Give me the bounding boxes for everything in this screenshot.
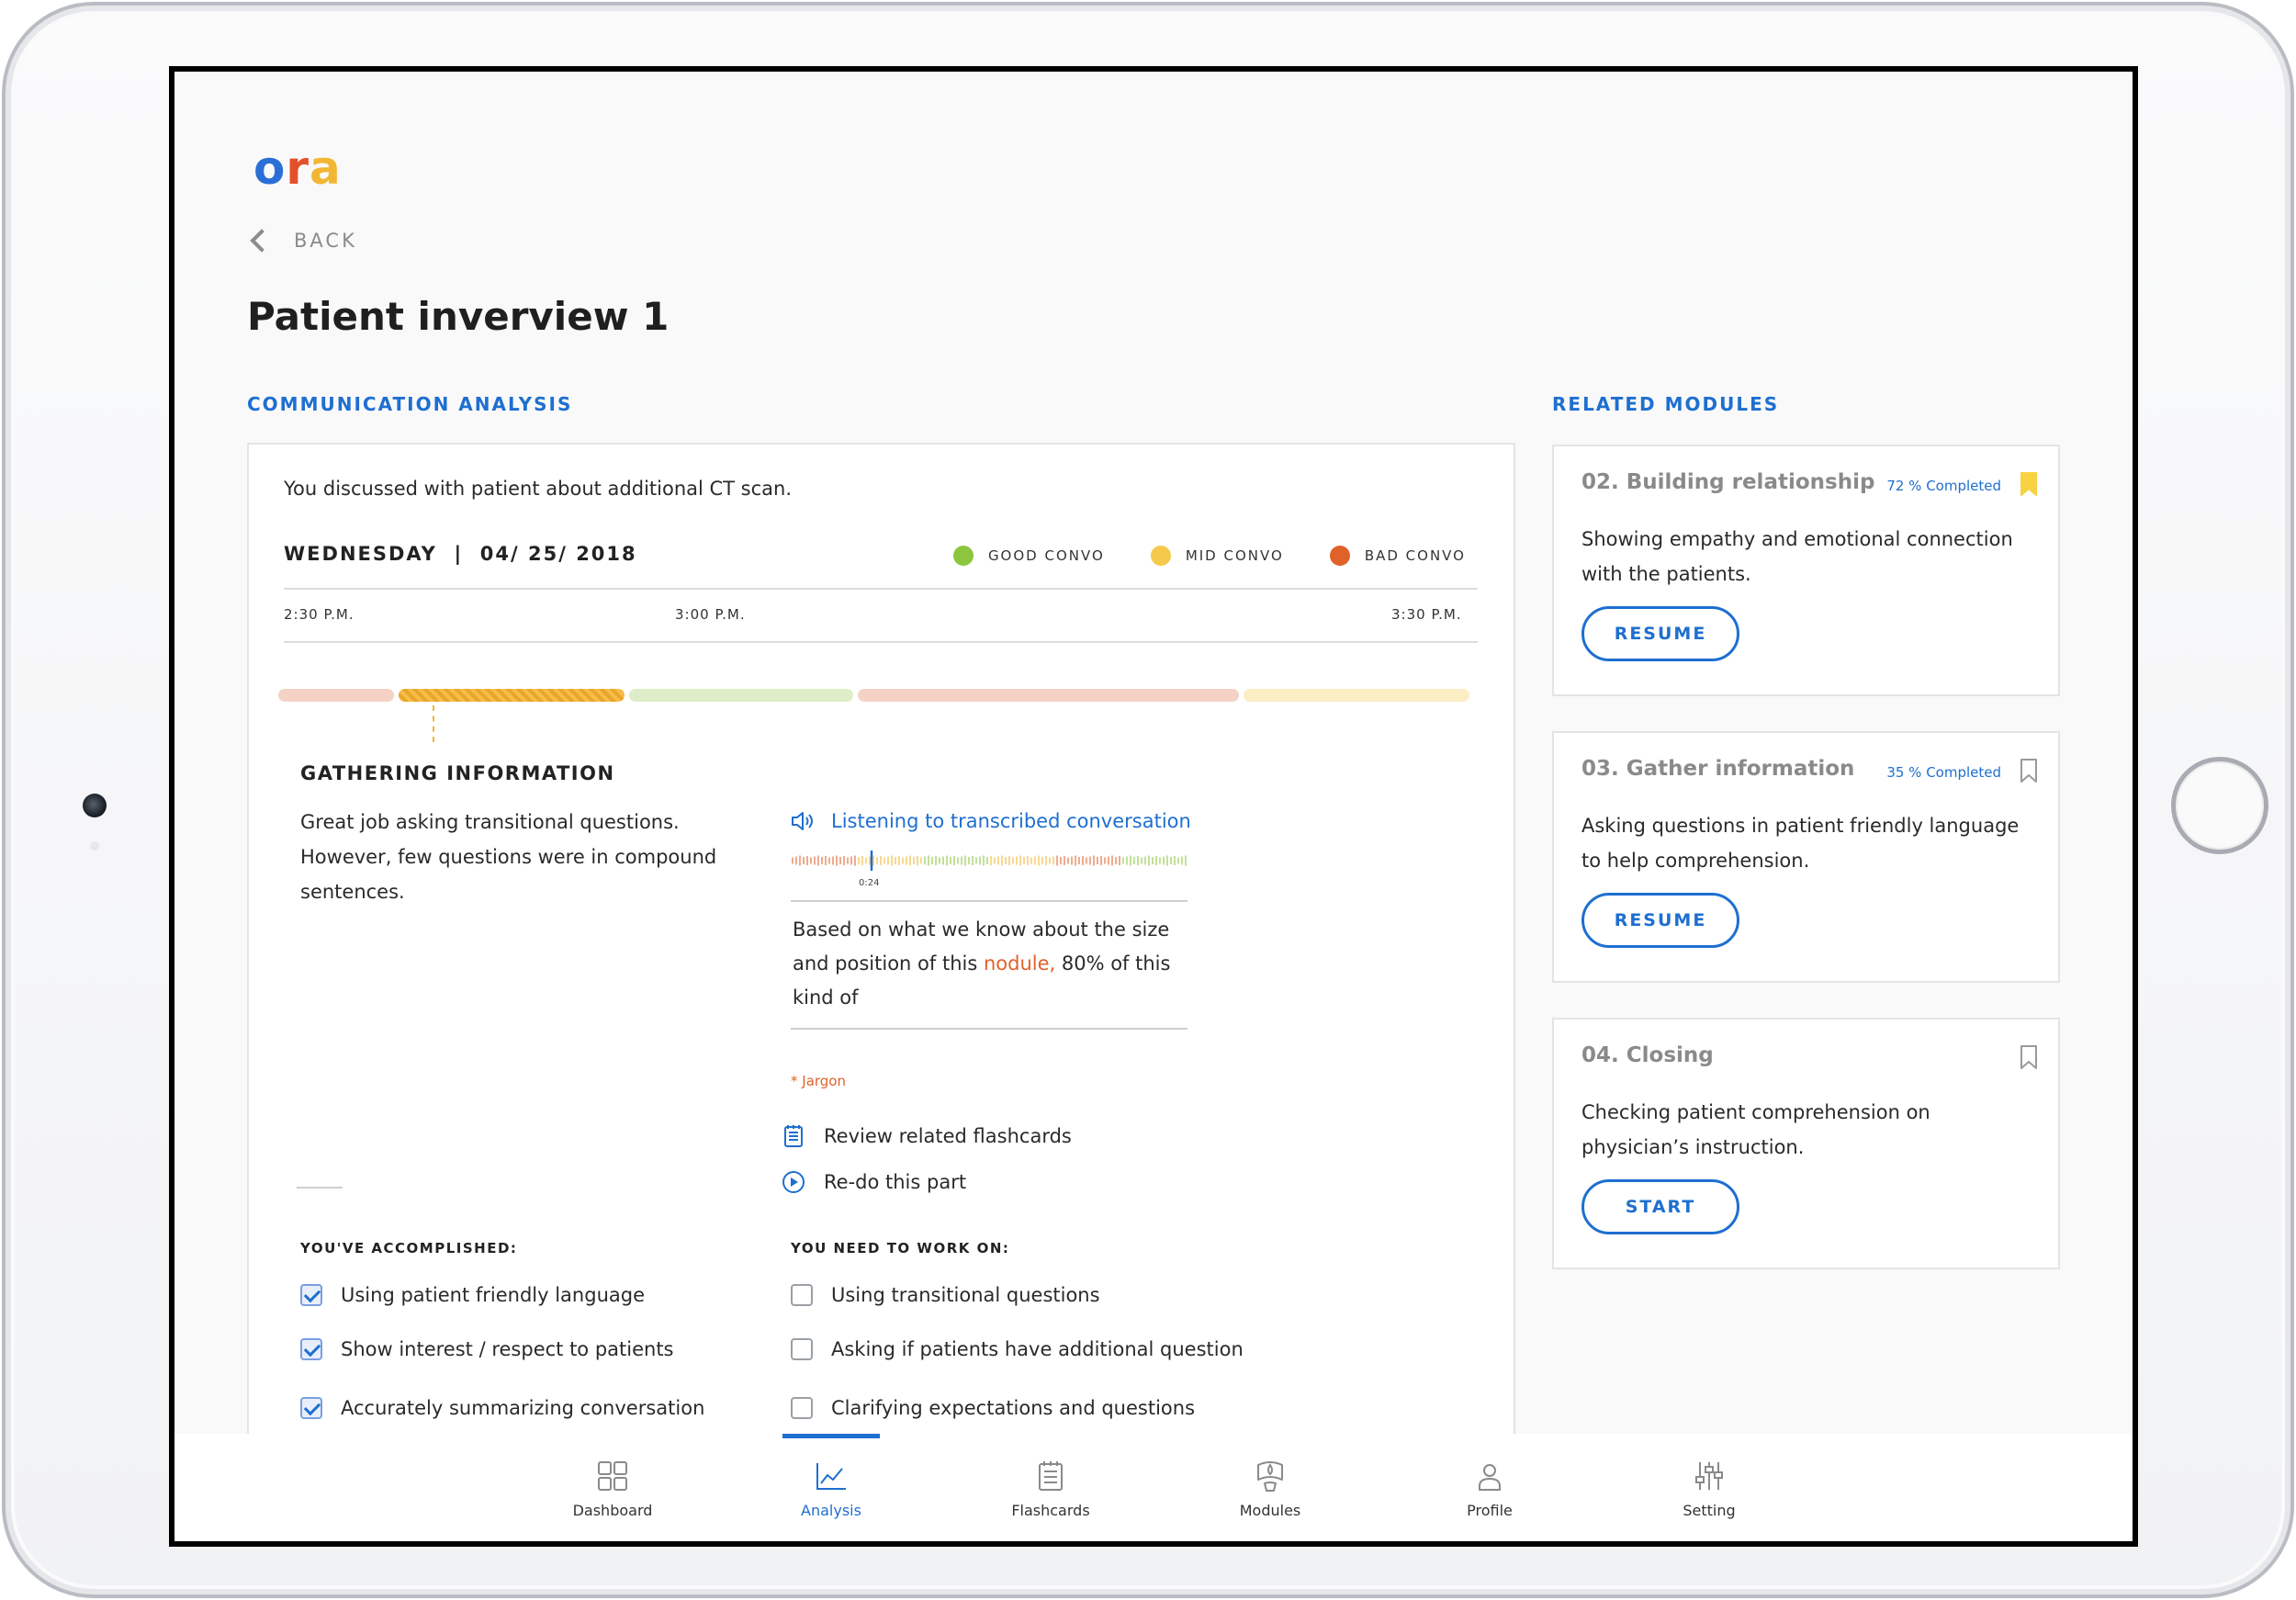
segment-title: GATHERING INFORMATION (300, 762, 615, 784)
time-label-start: 2:30 P.M. (284, 606, 355, 623)
segment-feedback: Great job asking transitional questions.… (300, 811, 717, 903)
legend-bad: BAD CONVO (1329, 546, 1466, 566)
nav-analysis[interactable]: Analysis (758, 1434, 905, 1541)
timeline-segment[interactable] (858, 689, 1239, 702)
app-screen: ora BACK Patient inverview 1 COMMUNICATI… (174, 72, 2133, 1541)
nav-dashboard[interactable]: Dashboard (539, 1434, 686, 1541)
review-flashcards-link[interactable]: Review related flashcards (782, 1124, 1072, 1148)
checkbox-unchecked[interactable] (791, 1284, 813, 1306)
bookmark-outline-icon[interactable] (2020, 759, 2038, 783)
conversation-summary: You discussed with patient about additio… (284, 478, 793, 500)
mid-dot-icon (1150, 546, 1171, 566)
analysis-card: You discussed with patient about additio… (247, 443, 1515, 1453)
time-label-end: 3:30 P.M. (1391, 606, 1462, 623)
module-description: Showing empathy and emotional connection… (1581, 528, 2013, 585)
module-progress: 35 % Completed (1886, 764, 2001, 781)
timeline-segment[interactable] (399, 689, 625, 702)
checkbox-checked[interactable] (300, 1397, 322, 1419)
timeline-segment[interactable] (629, 689, 853, 702)
listen-label: Listening to transcribed conversation (831, 810, 1191, 832)
module-title: 03. Gather information (1581, 757, 1855, 781)
divider (284, 641, 1478, 643)
timeline-segment[interactable] (278, 689, 394, 702)
accomplished-item[interactable]: Show interest / respect to patients (300, 1338, 674, 1360)
checkbox-unchecked[interactable] (791, 1397, 813, 1419)
jargon-note: * Jargon (791, 1073, 846, 1089)
good-dot-icon (952, 546, 974, 566)
work-on-item[interactable]: Clarifying expectations and questions (791, 1397, 1195, 1419)
home-button[interactable] (2171, 757, 2268, 854)
work-on-heading: YOU NEED TO WORK ON: (791, 1240, 1010, 1256)
checkbox-unchecked[interactable] (791, 1338, 813, 1360)
audio-waveform[interactable] (791, 851, 1187, 871)
flashcards-icon (1039, 1461, 1063, 1491)
checkbox-checked[interactable] (300, 1338, 322, 1360)
bad-dot-icon (1329, 546, 1350, 566)
back-label: BACK (294, 230, 357, 252)
module-description: Checking patient comprehension on physic… (1581, 1101, 1930, 1158)
module-card-building-relationship: 02. Building relationship 72 % Completed… (1552, 445, 2060, 696)
time-label-mid: 3:00 P.M. (675, 606, 746, 623)
accomplished-item[interactable]: Accurately summarizing conversation (300, 1397, 704, 1419)
camera-icon (83, 794, 107, 817)
module-title: 02. Building relationship (1581, 470, 1875, 494)
bookmark-filled-icon[interactable] (2020, 472, 2038, 496)
play-circle-icon (782, 1171, 805, 1193)
ipad-frame: ora BACK Patient inverview 1 COMMUNICATI… (2, 2, 2294, 1598)
flashcards-icon (784, 1125, 803, 1147)
module-card-gather-information: 03. Gather information 35 % Completed As… (1552, 731, 2060, 983)
nav-profile[interactable]: Profile (1416, 1434, 1563, 1541)
module-card-closing: 04. Closing Checking patient comprehensi… (1552, 1018, 2060, 1269)
jargon-highlight: nodule, (983, 952, 1056, 975)
module-progress: 72 % Completed (1886, 478, 2001, 494)
profile-icon (1479, 1464, 1501, 1491)
chevron-left-icon (250, 229, 274, 253)
bottom-nav: Dashboard Analysis Flashcards Modules Pr… (174, 1434, 2133, 1541)
work-on-item[interactable]: Asking if patients have additional quest… (791, 1338, 1244, 1360)
legend: GOOD CONVO MID CONVO BAD CONVO (952, 546, 1466, 566)
start-button[interactable]: START (1581, 1179, 1739, 1234)
checkbox-checked[interactable] (300, 1284, 322, 1306)
screen: ora BACK Patient inverview 1 COMMUNICATI… (169, 66, 2138, 1547)
divider (297, 1187, 343, 1189)
redo-part-link[interactable]: Re-do this part (782, 1170, 966, 1194)
page-title: Patient inverview 1 (247, 294, 670, 339)
nav-setting[interactable]: Setting (1636, 1434, 1783, 1541)
ora-logo: ora (253, 141, 342, 195)
bookmark-outline-icon[interactable] (2020, 1045, 2038, 1069)
audio-timestamp: 0:24 (859, 878, 880, 888)
modules-icon (1257, 1461, 1283, 1492)
legend-mid: MID CONVO (1150, 546, 1284, 566)
accomplished-heading: YOU'VE ACCOMPLISHED: (300, 1240, 518, 1256)
module-title: 04. Closing (1581, 1043, 1714, 1067)
sensor-dot (90, 841, 99, 851)
related-modules-label: RELATED MODULES (1552, 393, 1780, 415)
timeline-segment[interactable] (1244, 689, 1469, 702)
setting-sliders-icon (1695, 1462, 1723, 1490)
nav-modules[interactable]: Modules (1197, 1434, 1344, 1541)
divider (284, 588, 1478, 590)
back-button[interactable]: BACK (244, 224, 357, 257)
selected-segment-marker (433, 705, 434, 742)
dashboard-icon (598, 1461, 627, 1491)
listen-transcript-link[interactable]: Listening to transcribed conversation (791, 810, 1191, 832)
resume-button[interactable]: RESUME (1581, 893, 1739, 948)
transcript-excerpt: Based on what we know about the size and… (791, 900, 1187, 1030)
speaker-icon (792, 812, 813, 830)
legend-good: GOOD CONVO (952, 546, 1105, 566)
accomplished-item[interactable]: Using patient friendly language (300, 1284, 645, 1306)
nav-flashcards[interactable]: Flashcards (977, 1434, 1124, 1541)
work-on-item[interactable]: Using transitional questions (791, 1284, 1100, 1306)
resume-button[interactable]: RESUME (1581, 606, 1739, 661)
module-description: Asking questions in patient friendly lan… (1581, 815, 2020, 872)
session-date: WEDNESDAY | 04/ 25/ 2018 (284, 543, 637, 565)
communication-analysis-label: COMMUNICATION ANALYSIS (247, 393, 573, 415)
analysis-chart-icon (816, 1463, 846, 1490)
